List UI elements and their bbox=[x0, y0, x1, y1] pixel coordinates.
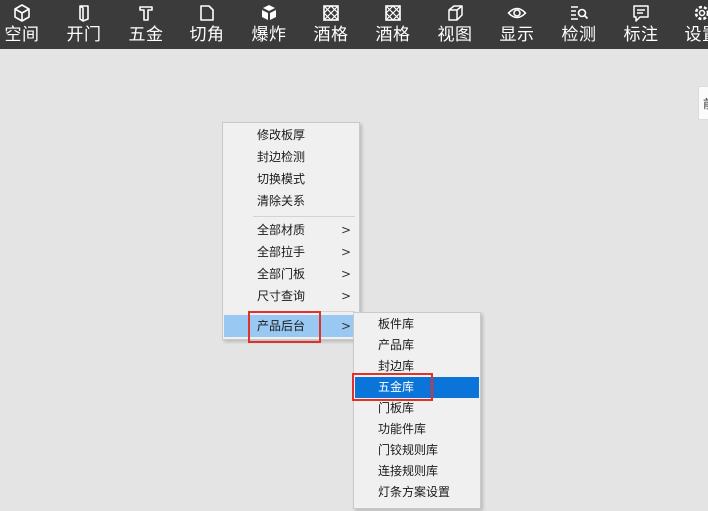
submenu-item-connection-rule-library[interactable]: 连接规则库 bbox=[355, 461, 479, 482]
hammer-icon bbox=[136, 3, 156, 23]
explode-cube-icon bbox=[259, 3, 279, 23]
toolbar-explode-label: 爆炸 bbox=[251, 25, 287, 45]
submenu-item-label: 灯条方案设置 bbox=[378, 485, 451, 499]
toolbar-annotate-label: 标注 bbox=[623, 25, 659, 45]
wine-rack-icon bbox=[383, 3, 403, 23]
toolbar-wine-rack-2-button[interactable]: 酒格 bbox=[375, 0, 411, 49]
toolbar-hardware-button[interactable]: 五金 bbox=[128, 0, 164, 49]
toolbar-display-label: 显示 bbox=[499, 25, 535, 45]
submenu-item-panel-library[interactable]: 板件库 bbox=[355, 314, 479, 335]
toolbar-wine-rack-button[interactable]: 酒格 bbox=[313, 0, 349, 49]
toolbar-explode-button[interactable]: 爆炸 bbox=[251, 0, 287, 49]
submenu-item-label: 产品库 bbox=[378, 338, 415, 352]
annotation-highlight-product-backend bbox=[248, 311, 321, 343]
submenu-item-light-strip-settings[interactable]: 灯条方案设置 bbox=[355, 482, 479, 503]
menu-item-label: 修改板厚 bbox=[257, 128, 306, 142]
chevron-right-icon: > bbox=[341, 245, 352, 259]
submenu-item-label: 板件库 bbox=[378, 317, 415, 331]
wine-rack-icon bbox=[321, 3, 341, 23]
submenu-item-function-part-library[interactable]: 功能件库 bbox=[355, 419, 479, 440]
toolbar-inspect-label: 检测 bbox=[561, 25, 597, 45]
menu-item-all-materials[interactable]: 全部材质 > bbox=[224, 220, 358, 241]
annotation-highlight-hardware-library bbox=[352, 373, 433, 401]
menu-item-label: 清除关系 bbox=[257, 194, 306, 208]
eye-icon bbox=[507, 3, 527, 23]
menu-item-all-handles[interactable]: 全部拉手 > bbox=[224, 242, 358, 263]
toolbar-space-label: 空间 bbox=[4, 25, 40, 45]
toolbar-view-button[interactable]: 视图 bbox=[437, 0, 473, 49]
toolbar-inspect-button[interactable]: 检测 bbox=[561, 0, 597, 49]
inspect-list-icon bbox=[569, 3, 589, 23]
chevron-right-icon: > bbox=[341, 319, 352, 333]
menu-item-switch-mode[interactable]: 切换模式 bbox=[224, 169, 358, 190]
toolbar-wine-rack-2-label: 酒格 bbox=[375, 25, 411, 45]
menu-item-label: 全部拉手 bbox=[257, 245, 306, 259]
side-panel-tab-label: 前 bbox=[703, 95, 708, 112]
view-cube-icon bbox=[445, 3, 465, 23]
toolbar-corner-cut-button[interactable]: 切角 bbox=[189, 0, 225, 49]
menu-item-all-door-panels[interactable]: 全部门板 > bbox=[224, 264, 358, 285]
submenu-item-label: 门板库 bbox=[378, 401, 415, 415]
submenu-item-label: 连接规则库 bbox=[378, 464, 439, 478]
toolbar-corner-cut-label: 切角 bbox=[189, 25, 225, 45]
submenu-item-label: 功能件库 bbox=[378, 422, 427, 436]
menu-item-modify-thickness[interactable]: 修改板厚 bbox=[224, 125, 358, 146]
chevron-right-icon: > bbox=[341, 267, 352, 281]
menu-separator bbox=[253, 216, 355, 217]
menu-item-clear-relations[interactable]: 清除关系 bbox=[224, 191, 358, 212]
chevron-right-icon: > bbox=[341, 223, 352, 237]
side-panel-tab[interactable]: 前 bbox=[698, 86, 708, 120]
menu-item-edge-check[interactable]: 封边检测 bbox=[224, 147, 358, 168]
toolbar-hardware-label: 五金 bbox=[128, 25, 164, 45]
context-menu: 修改板厚 封边检测 切换模式 清除关系 全部材质 > 全部拉手 > 全部门板 >… bbox=[222, 122, 360, 340]
product-backend-submenu: 板件库 产品库 封边库 五金库 门板库 功能件库 门铰规则库 连接规则库 灯条方… bbox=[353, 312, 481, 509]
door-icon bbox=[74, 3, 94, 23]
menu-item-label: 切换模式 bbox=[257, 172, 306, 186]
menu-item-label: 全部门板 bbox=[257, 267, 306, 281]
toolbar-settings-button[interactable]: 设置 bbox=[684, 0, 708, 49]
toolbar-open-door-label: 开门 bbox=[66, 25, 102, 45]
toolbar-display-button[interactable]: 显示 bbox=[499, 0, 535, 49]
toolbar-wine-rack-label: 酒格 bbox=[313, 25, 349, 45]
submenu-item-door-panel-library[interactable]: 门板库 bbox=[355, 398, 479, 419]
menu-item-label: 全部材质 bbox=[257, 223, 306, 237]
submenu-item-product-library[interactable]: 产品库 bbox=[355, 335, 479, 356]
top-toolbar: 空间 开门 五金 切角 爆炸 酒格 酒格 视图 显示 检测 标注 设 bbox=[0, 0, 708, 49]
comment-icon bbox=[631, 3, 651, 23]
submenu-item-label: 门铰规则库 bbox=[378, 443, 439, 457]
chevron-right-icon: > bbox=[341, 289, 352, 303]
toolbar-annotate-button[interactable]: 标注 bbox=[623, 0, 659, 49]
menu-item-label: 尺寸查询 bbox=[257, 289, 306, 303]
cube-outline-icon bbox=[12, 3, 32, 23]
menu-item-label: 封边检测 bbox=[257, 150, 306, 164]
menu-item-size-query[interactable]: 尺寸查询 > bbox=[224, 286, 358, 307]
toolbar-settings-label: 设置 bbox=[684, 25, 708, 45]
toolbar-open-door-button[interactable]: 开门 bbox=[66, 0, 102, 49]
gear-icon bbox=[692, 3, 708, 23]
toolbar-view-label: 视图 bbox=[437, 25, 473, 45]
submenu-item-hinge-rule-library[interactable]: 门铰规则库 bbox=[355, 440, 479, 461]
corner-cut-icon bbox=[197, 3, 217, 23]
toolbar-space-button[interactable]: 空间 bbox=[4, 0, 40, 49]
